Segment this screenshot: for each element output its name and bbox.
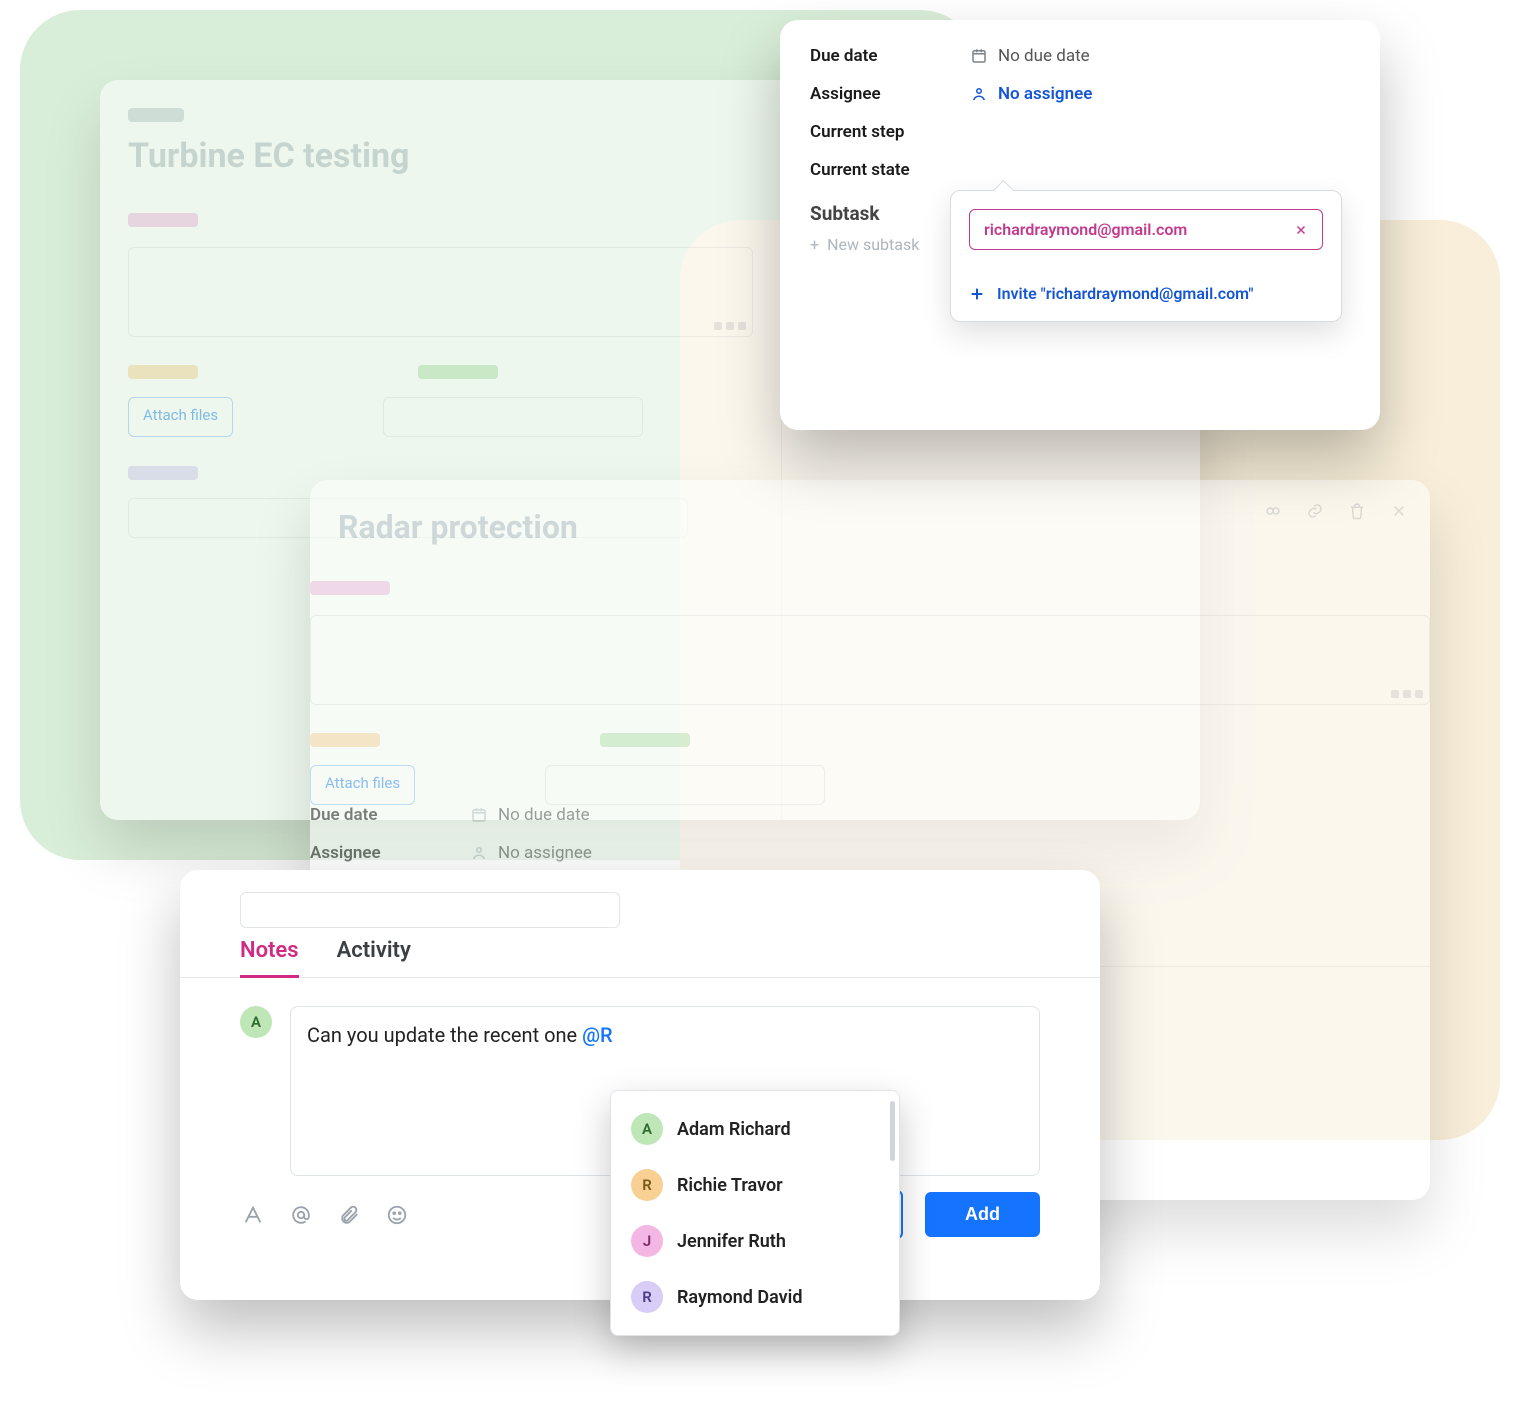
emoji-icon[interactable] [384, 1202, 410, 1228]
note-text: Can you update the recent one [307, 1023, 582, 1047]
avatar: A [631, 1113, 663, 1145]
field-placeholder[interactable] [545, 765, 825, 805]
scrollbar[interactable] [890, 1101, 895, 1161]
mention-name: Adam Richard [677, 1119, 791, 1140]
current-step-label: Current step [810, 122, 970, 142]
avatar: R [631, 1281, 663, 1313]
trash-icon[interactable] [1348, 502, 1366, 520]
due-date-value[interactable]: No due date [470, 805, 590, 825]
assignee-value[interactable]: No assignee [470, 843, 592, 863]
calendar-icon [970, 47, 988, 65]
tag-placeholder [600, 733, 690, 747]
attach-icon[interactable] [336, 1202, 362, 1228]
mention-name: Raymond David [677, 1287, 802, 1308]
mention-option[interactable]: R Richie Travor [611, 1157, 899, 1213]
description-input[interactable] [128, 247, 753, 337]
tag-placeholder [128, 466, 198, 480]
watch-icon[interactable] [1264, 502, 1282, 520]
add-button[interactable]: Add [925, 1192, 1040, 1237]
mention-option[interactable]: R Raymond David [611, 1269, 899, 1325]
link-icon[interactable] [1306, 502, 1324, 520]
attach-files-button[interactable]: Attach files [310, 765, 415, 805]
tag-placeholder [128, 213, 198, 227]
tag-placeholder [310, 581, 390, 595]
current-state-label: Current state [810, 160, 970, 180]
person-icon [470, 844, 488, 862]
tab-notes[interactable]: Notes [240, 938, 299, 963]
mention-name: Richie Travor [677, 1175, 783, 1196]
close-icon[interactable] [1390, 502, 1408, 520]
assignee-label: Assignee [810, 84, 970, 104]
avatar: A [240, 1006, 272, 1038]
assignee-panel: Due date No due date Assignee No assigne… [780, 20, 1380, 430]
field-placeholder[interactable] [240, 892, 620, 928]
assignee-email-value: richardraymond@gmail.com [984, 220, 1187, 239]
tag-placeholder [418, 365, 498, 379]
due-date-value[interactable]: No due date [970, 46, 1090, 66]
mention-option[interactable]: J Jennifer Ruth [611, 1213, 899, 1269]
avatar: R [631, 1169, 663, 1201]
description-input[interactable] [310, 615, 1430, 705]
mention-icon[interactable] [288, 1202, 314, 1228]
assignee-value[interactable]: No assignee [970, 84, 1092, 104]
field-placeholder[interactable] [383, 397, 643, 437]
mention-dropdown: A Adam Richard R Richie Travor J Jennifer Rut… [610, 1090, 900, 1336]
avatar: J [631, 1225, 663, 1257]
due-date-label: Due date [810, 46, 970, 66]
assignee-popover: richardraymond@gmail.com Invite "richard… [950, 190, 1342, 322]
attach-files-button[interactable]: Attach files [128, 397, 233, 437]
tab-activity[interactable]: Activity [337, 938, 411, 963]
plus-icon [969, 286, 985, 302]
mention-option[interactable]: A Adam Richard [611, 1101, 899, 1157]
tag-placeholder [310, 733, 380, 747]
due-date-label: Due date [310, 805, 470, 825]
text-format-icon[interactable] [240, 1202, 266, 1228]
mention-name: Jennifer Ruth [677, 1231, 786, 1252]
assignee-email-input[interactable]: richardraymond@gmail.com [969, 209, 1323, 250]
tag-placeholder [128, 365, 198, 379]
mention-token: @R [582, 1023, 613, 1047]
calendar-icon [470, 806, 488, 824]
assignee-label: Assignee [310, 843, 470, 863]
breadcrumb-placeholder [128, 108, 184, 122]
clear-email-icon[interactable] [1294, 223, 1308, 237]
invite-button[interactable]: Invite "richardraymond@gmail.com" [969, 284, 1323, 303]
person-icon [970, 85, 988, 103]
